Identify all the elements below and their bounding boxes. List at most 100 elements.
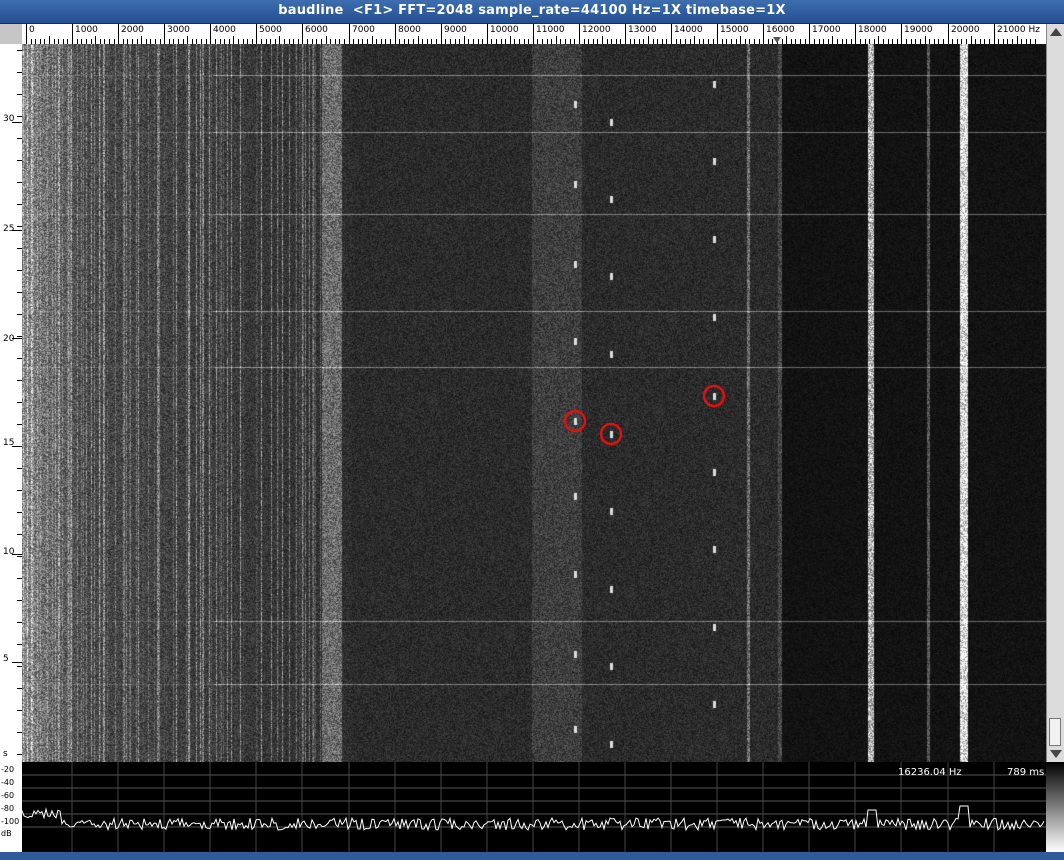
spectrogram-display[interactable] — [22, 44, 1046, 762]
freq-minor-tick — [49, 36, 50, 44]
time-label-25: 25 — [3, 224, 15, 234]
freq-tick-label: 16000 — [766, 25, 795, 35]
freq-tick-label: 18000 — [858, 25, 887, 35]
vertical-scrollbar[interactable] — [1046, 24, 1064, 762]
frequency-ruler[interactable]: 0 1000 2000 3000 4000 5000 6000 7000 8000 9000 100… — [22, 24, 1046, 45]
freq-tick-label: 14000 — [674, 25, 703, 35]
freq-tick-label: 15000 — [720, 25, 749, 35]
freq-tick-label: 17000 — [812, 25, 841, 35]
spectrum-display[interactable] — [22, 762, 1046, 852]
freq-minor-tick — [925, 36, 926, 44]
freq-tick-label: 0 — [29, 25, 35, 35]
red-circle-marker[interactable] — [702, 384, 726, 408]
freq-tick-label: 2000 — [121, 25, 144, 35]
scrollbar-thumb[interactable] — [1049, 718, 1061, 746]
freq-tick — [763, 24, 764, 44]
time-label-20: 20 — [3, 334, 15, 344]
freq-minor-tick — [786, 36, 787, 44]
time-label-10: 10 — [3, 547, 15, 557]
freq-tick — [948, 24, 949, 44]
freq-tick — [118, 24, 119, 44]
red-circle-marker[interactable] — [563, 409, 587, 433]
freq-tick — [625, 24, 626, 44]
freq-tick-label: 9000 — [444, 25, 467, 35]
freq-tick-label: 10000 — [490, 25, 519, 35]
freq-minor-tick — [602, 36, 603, 44]
triangle-down-marker-icon[interactable] — [773, 37, 781, 43]
freq-tick-label: 11000 — [536, 25, 565, 35]
time-label-30: 30 — [3, 114, 15, 124]
freq-tick-label: 19000 — [904, 25, 933, 35]
time-axis[interactable]: 30 25 20 15 10 5 s — [0, 44, 23, 762]
freq-minor-tick — [372, 36, 373, 44]
freq-minor-tick — [187, 36, 188, 44]
freq-tick — [349, 24, 350, 44]
freq-tick — [533, 24, 534, 44]
freq-minor-tick — [878, 36, 879, 44]
window-bottom-border — [0, 852, 1064, 860]
freq-tick — [210, 24, 211, 44]
freq-tick-label: 3000 — [167, 25, 190, 35]
spectrum-trace-layer — [22, 762, 1046, 852]
time-label-5: 5 — [3, 654, 9, 664]
freq-tick — [164, 24, 165, 44]
freq-minor-tick — [418, 36, 419, 44]
red-circle-marker[interactable] — [599, 422, 623, 446]
freq-minor-tick — [279, 36, 280, 44]
triangle-down-icon[interactable] — [1050, 750, 1062, 758]
freq-minor-tick — [141, 36, 142, 44]
freq-tick — [72, 24, 73, 44]
freq-minor-tick — [1017, 36, 1018, 44]
freq-tick-label: 1000 — [75, 25, 98, 35]
freq-tick — [256, 24, 257, 44]
freq-tick-label: 6000 — [305, 25, 328, 35]
db-label: -80 — [1, 804, 15, 813]
freq-tick — [671, 24, 672, 44]
freq-minor-tick — [556, 36, 557, 44]
db-label: -40 — [1, 778, 15, 787]
freq-minor-tick — [740, 36, 741, 44]
freq-tick-label: 13000 — [628, 25, 657, 35]
db-axis: -20 -40 -60 -80 -100 dB — [0, 762, 23, 852]
freq-minor-tick — [648, 36, 649, 44]
freq-tick-label: 5000 — [259, 25, 282, 35]
freq-tick-label: 8000 — [398, 25, 421, 35]
freq-tick — [717, 24, 718, 44]
freq-tick — [441, 24, 442, 44]
marker-layer — [563, 384, 726, 446]
freq-tick-label: 7000 — [352, 25, 375, 35]
triangle-up-icon[interactable] — [1050, 28, 1062, 36]
window-title: baudline <F1> FFT=2048 sample_rate=44100… — [278, 3, 786, 18]
freq-minor-tick — [326, 36, 327, 44]
freq-tick — [302, 24, 303, 44]
spectrum-gutter — [1046, 762, 1064, 852]
freq-minor-tick — [464, 36, 465, 44]
freq-tick — [579, 24, 580, 44]
freq-tick-label: 12000 — [582, 25, 611, 35]
freq-minor-tick — [95, 36, 96, 44]
freq-minor-tick — [832, 36, 833, 44]
db-label: -60 — [1, 791, 15, 800]
freq-tick-label: 21000 Hz — [997, 25, 1040, 35]
spectrum-grid — [22, 762, 1046, 852]
freq-tick — [809, 24, 810, 44]
freq-minor-tick — [694, 36, 695, 44]
freq-tick-label: 4000 — [213, 25, 236, 35]
freq-tick — [855, 24, 856, 44]
frequency-readout: 16236.04 Hz — [898, 767, 962, 778]
freq-tick — [487, 24, 488, 44]
freq-minor-tick — [510, 36, 511, 44]
freq-minor-tick — [233, 36, 234, 44]
freq-tick — [994, 24, 995, 44]
freq-tick — [26, 24, 27, 44]
window-titlebar[interactable]: baudline <F1> FFT=2048 sample_rate=44100… — [0, 0, 1064, 24]
freq-tick — [901, 24, 902, 44]
db-label: -100 — [1, 817, 20, 826]
time-label-unit: s — [3, 749, 8, 759]
time-readout: 789 ms — [1007, 767, 1045, 778]
db-label: -20 — [1, 765, 15, 774]
freq-tick-label: 20000 — [951, 25, 980, 35]
freq-tick — [395, 24, 396, 44]
freq-minor-tick — [971, 36, 972, 44]
time-tick — [12, 662, 22, 663]
